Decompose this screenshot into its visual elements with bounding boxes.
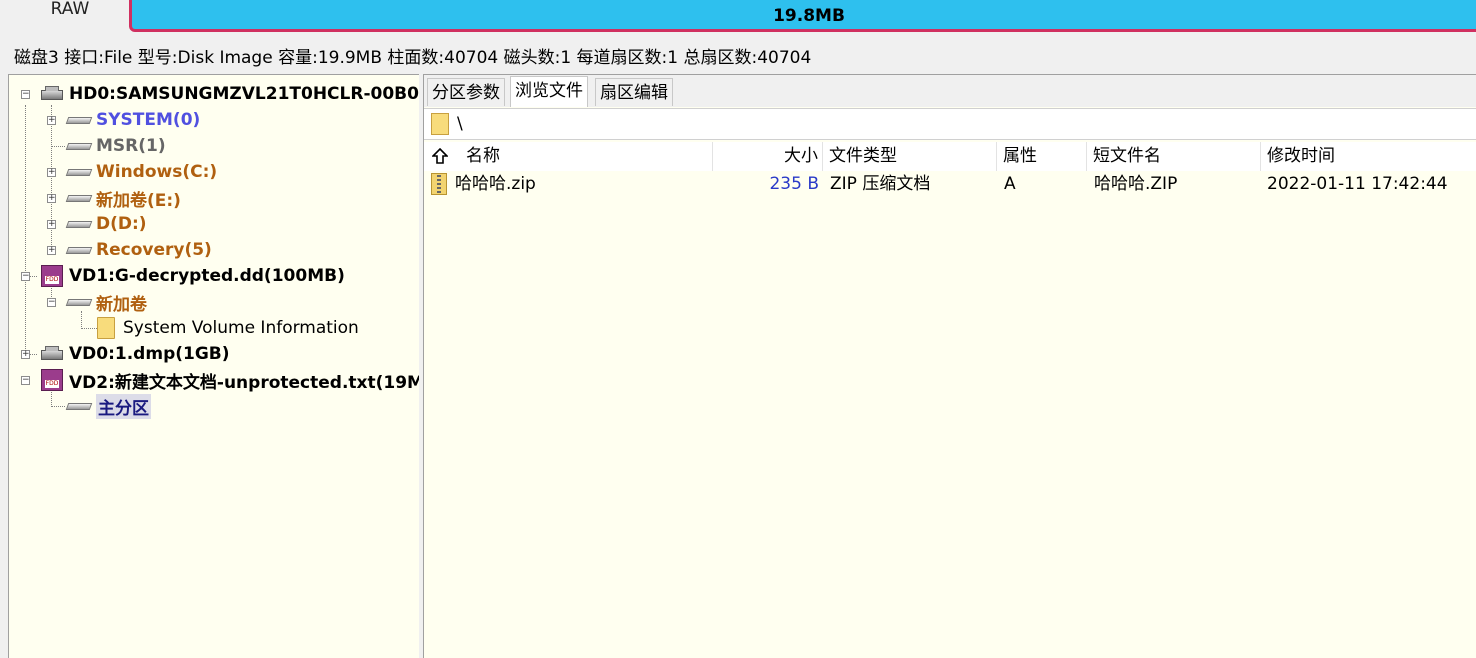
column-header-name[interactable]: 名称 xyxy=(460,142,713,171)
tree-disk-label: VD1:G-decrypted.dd(100MB) xyxy=(69,266,345,286)
tree-guide-line xyxy=(25,105,26,355)
tree-partition-main-selected[interactable]: 主分区 xyxy=(67,393,151,419)
expand-toggle[interactable]: + xyxy=(47,220,56,229)
disk-tree-panel: − HD0:SAMSUNGMZVL21T0HCLR-00B00 + SYSTEM… xyxy=(8,74,419,658)
tree-guide-line xyxy=(81,328,97,329)
hdd-icon xyxy=(41,346,63,362)
tree-partition-windows[interactable]: Windows(C:) xyxy=(67,160,217,184)
partition-icon xyxy=(67,140,91,152)
raw-region-label[interactable]: RAW xyxy=(14,0,126,24)
partition-icon xyxy=(67,296,91,308)
folder-icon xyxy=(97,317,115,339)
expand-toggle[interactable]: + xyxy=(47,116,56,125)
tree-partition-label: Windows(C:) xyxy=(96,162,218,182)
file-type: ZIP 压缩文档 xyxy=(830,174,931,194)
column-header-type[interactable]: 文件类型 xyxy=(823,142,997,171)
tree-disk-vd1[interactable]: VD1:G-decrypted.dd(100MB) xyxy=(41,264,345,288)
tree-guide-line xyxy=(51,146,65,147)
file-shortname: 哈哈哈.ZIP xyxy=(1094,174,1178,194)
virtual-disk-icon xyxy=(41,265,63,287)
tree-disk-vd2[interactable]: VD2:新建文本文档-unprotected.txt(19MB) xyxy=(41,368,419,393)
disk-map-bar: RAW 19.8MB xyxy=(0,0,1476,36)
partition-size-label: 19.8MB xyxy=(773,6,845,26)
folder-icon xyxy=(431,113,449,135)
zip-file-icon xyxy=(431,173,447,195)
tab-partition-params[interactable]: 分区参数 xyxy=(427,78,505,106)
tree-folder-label: System Volume Information xyxy=(123,318,359,338)
partition-icon xyxy=(67,166,91,178)
disk-info-line: 磁盘3 接口:File 型号:Disk Image 容量:19.9MB 柱面数:… xyxy=(14,48,812,68)
column-header-attr[interactable]: 属性 xyxy=(997,142,1087,171)
tree-partition-system[interactable]: SYSTEM(0) xyxy=(67,108,200,132)
tree-partition-e[interactable]: 新加卷(E:) xyxy=(67,186,181,211)
tree-partition-label: 新加卷(E:) xyxy=(96,190,181,211)
file-size: 235 B xyxy=(769,174,819,194)
tree-disk-hd0[interactable]: HD0:SAMSUNGMZVL21T0HCLR-00B00 xyxy=(41,82,419,106)
path-bar[interactable]: \ xyxy=(424,108,1476,140)
partition-icon xyxy=(67,400,91,412)
collapse-toggle[interactable]: − xyxy=(21,90,30,99)
tree-partition-label: 新加卷 xyxy=(96,294,147,315)
tree-partition-msr[interactable]: MSR(1) xyxy=(67,134,166,158)
collapse-toggle[interactable]: − xyxy=(21,272,30,281)
tree-partition-label: MSR(1) xyxy=(96,136,166,156)
partition-icon xyxy=(67,114,91,126)
partition-icon xyxy=(67,192,91,204)
column-header-size[interactable]: 大小 xyxy=(713,142,823,171)
tab-strip: 分区参数 浏览文件 扇区编辑 xyxy=(424,75,1476,107)
expand-toggle[interactable]: + xyxy=(47,194,56,203)
partition-block[interactable]: 19.8MB xyxy=(129,0,1476,32)
collapse-toggle[interactable]: − xyxy=(47,298,56,307)
expand-toggle[interactable]: + xyxy=(47,168,56,177)
file-attr: A xyxy=(1004,174,1016,194)
tab-browse-files[interactable]: 浏览文件 xyxy=(510,76,588,107)
tree-guide-line xyxy=(51,406,65,407)
up-arrow-icon[interactable] xyxy=(432,148,448,164)
tree-guide-line xyxy=(51,105,52,253)
expand-toggle[interactable]: + xyxy=(47,246,56,255)
expand-toggle[interactable]: + xyxy=(21,350,30,359)
tree-partition-label: D(D:) xyxy=(96,214,147,234)
tree-partition-label: 主分区 xyxy=(96,393,151,419)
current-path: \ xyxy=(457,114,463,134)
tree-folder-system-volume-information[interactable]: System Volume Information xyxy=(97,316,359,340)
tree-disk-label: VD2:新建文本文档-unprotected.txt(19MB) xyxy=(69,372,419,393)
tree-disk-label: HD0:SAMSUNGMZVL21T0HCLR-00B00 xyxy=(69,84,419,104)
tree-disk-label: VD0:1.dmp(1GB) xyxy=(69,344,230,364)
column-header-shortname[interactable]: 短文件名 xyxy=(1087,142,1261,171)
tree-partition-d[interactable]: D(D:) xyxy=(67,212,147,236)
virtual-disk-icon xyxy=(41,369,63,391)
tree-disk-vd0[interactable]: VD0:1.dmp(1GB) xyxy=(41,342,230,366)
file-list-header: 名称 大小 文件类型 属性 短文件名 修改时间 xyxy=(424,142,1476,171)
hdd-icon xyxy=(41,86,63,102)
column-header-modified[interactable]: 修改时间 xyxy=(1261,142,1476,171)
tab-sector-editor[interactable]: 扇区编辑 xyxy=(595,78,673,106)
partition-icon xyxy=(67,244,91,256)
tree-partition-vd1[interactable]: 新加卷 xyxy=(67,290,147,315)
partition-icon xyxy=(67,218,91,230)
file-browser-panel: 分区参数 浏览文件 扇区编辑 \ 名称 大小 文件类型 属性 短文件名 修改时间… xyxy=(423,74,1476,658)
tree-partition-recovery[interactable]: Recovery(5) xyxy=(67,238,212,262)
tree-partition-label: Recovery(5) xyxy=(96,240,212,260)
file-name: 哈哈哈.zip xyxy=(455,174,536,194)
collapse-toggle[interactable]: − xyxy=(21,376,30,385)
tree-partition-label: SYSTEM(0) xyxy=(96,110,201,130)
file-modified: 2022-01-11 17:42:44 xyxy=(1267,174,1448,194)
